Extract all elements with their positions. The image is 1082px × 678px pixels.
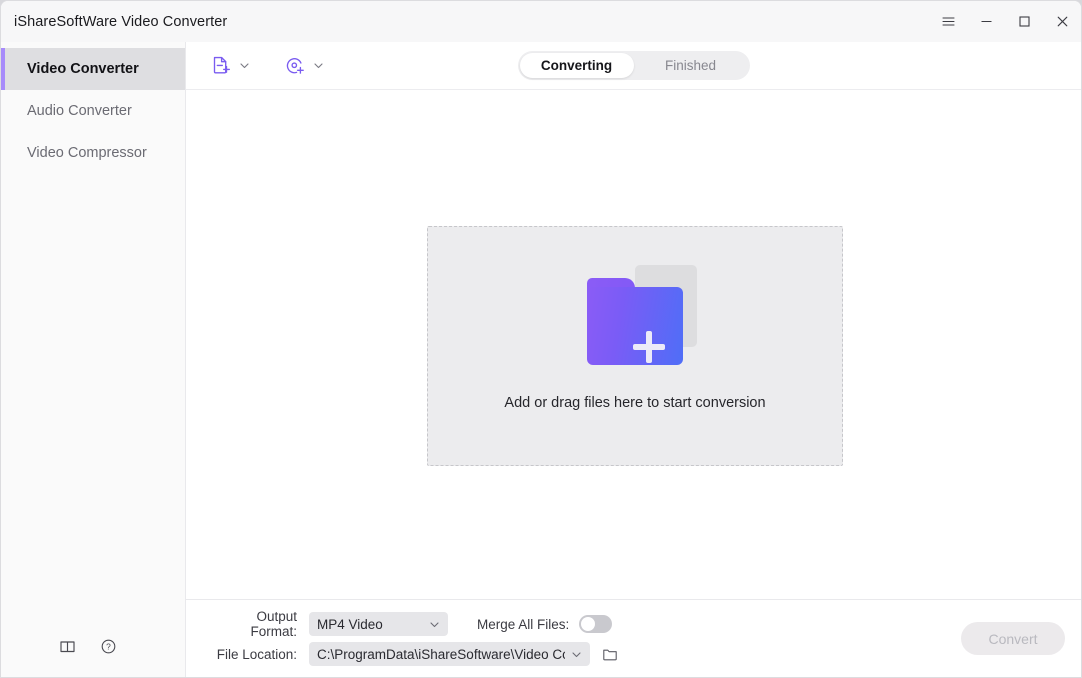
minimize-button[interactable]	[967, 1, 1005, 42]
sidebar-nav: Video Converter Audio Converter Video Co…	[1, 42, 185, 174]
chevron-down-icon	[571, 649, 582, 660]
body: Video Converter Audio Converter Video Co…	[1, 42, 1081, 677]
menu-button[interactable]	[929, 1, 967, 42]
add-disc-icon	[284, 55, 306, 77]
chevron-down-icon	[429, 619, 440, 630]
chevron-down-icon[interactable]	[313, 60, 324, 71]
title-bar: iShareSoftWare Video Converter	[1, 1, 1081, 42]
sidebar-footer: ?	[1, 615, 185, 677]
chevron-down-icon[interactable]	[239, 60, 250, 71]
window-controls	[929, 1, 1081, 42]
help-circle-icon: ?	[101, 639, 116, 653]
toolbar: Converting Finished	[186, 42, 1081, 90]
add-file-button[interactable]	[210, 55, 250, 77]
plus-icon-vertical	[646, 331, 652, 363]
guide-book-button[interactable]	[59, 638, 76, 655]
add-file-icon	[210, 55, 232, 77]
tab-converting[interactable]: Converting	[519, 53, 634, 78]
help-button[interactable]: ?	[100, 638, 117, 655]
guide-book-icon	[60, 640, 75, 652]
sidebar-item-label: Video Compressor	[27, 145, 147, 161]
add-folder-illustration	[573, 265, 697, 369]
status-tabs: Converting Finished	[517, 51, 750, 80]
dropzone-label: Add or drag files here to start conversi…	[504, 395, 766, 411]
file-location-row: File Location: C:\ProgramData\iShareSoft…	[211, 639, 1081, 669]
maximize-icon	[1018, 16, 1030, 27]
output-format-select[interactable]: MP4 Video	[309, 612, 448, 636]
toggle-knob	[581, 617, 596, 631]
sidebar-item-video-compressor[interactable]: Video Compressor	[1, 132, 185, 174]
minimize-icon	[981, 20, 991, 23]
output-format-row: Output Format: MP4 Video Merge All Files…	[211, 609, 1081, 639]
tab-finished[interactable]: Finished	[634, 53, 748, 78]
merge-all-files-label: Merge All Files:	[477, 616, 570, 632]
main-panel: Converting Finished Add or drag files he…	[186, 42, 1081, 677]
app-window: iShareSoftWare Video Converter Video Con…	[0, 0, 1082, 678]
content-area: Add or drag files here to start conversi…	[186, 90, 1081, 599]
file-dropzone[interactable]: Add or drag files here to start conversi…	[427, 226, 843, 466]
close-button[interactable]	[1043, 1, 1081, 42]
app-title: iShareSoftWare Video Converter	[14, 13, 228, 30]
sidebar-item-label: Audio Converter	[27, 103, 132, 119]
bottom-bar: Output Format: MP4 Video Merge All Files…	[186, 599, 1081, 677]
sidebar-item-audio-converter[interactable]: Audio Converter	[1, 90, 185, 132]
convert-button[interactable]: Convert	[961, 622, 1065, 655]
folder-icon	[603, 649, 617, 661]
file-location-select[interactable]: C:\ProgramData\iShareSoftware\Video Conv…	[309, 642, 590, 666]
sidebar: Video Converter Audio Converter Video Co…	[1, 42, 186, 677]
folder-shape	[587, 287, 683, 365]
close-icon	[1057, 16, 1067, 27]
output-format-value: MP4 Video	[317, 616, 383, 632]
hamburger-icon	[941, 17, 955, 26]
file-location-label: File Location:	[216, 646, 297, 662]
sidebar-item-video-converter[interactable]: Video Converter	[1, 48, 185, 90]
sidebar-item-label: Video Converter	[27, 61, 139, 77]
svg-text:?: ?	[106, 641, 111, 651]
add-disc-button[interactable]	[284, 55, 324, 77]
merge-all-files-toggle[interactable]	[579, 615, 613, 633]
maximize-button[interactable]	[1005, 1, 1043, 42]
file-location-value: C:\ProgramData\iShareSoftware\Video Conv…	[317, 646, 565, 662]
browse-folder-button[interactable]	[602, 646, 618, 662]
output-format-label: Output Format:	[250, 609, 297, 639]
